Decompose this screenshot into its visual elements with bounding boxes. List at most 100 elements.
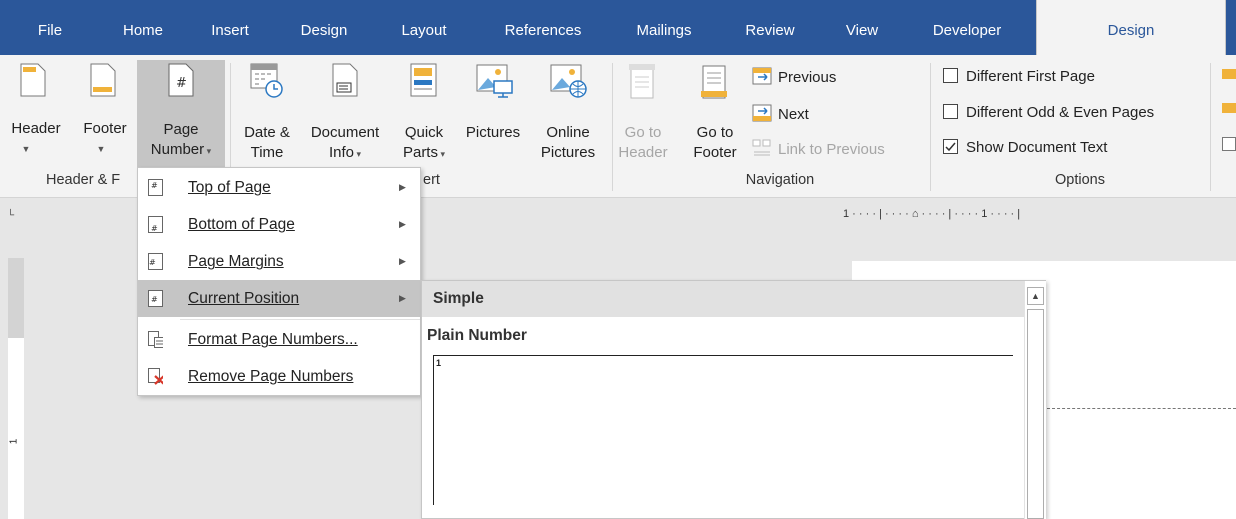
online-pictures-label-line1: Online xyxy=(546,124,590,141)
chevron-down-icon: ▼ xyxy=(21,144,31,154)
group-label-navigation: Navigation xyxy=(745,172,815,188)
vertical-ruler-margin xyxy=(8,258,24,338)
header-icon xyxy=(20,63,46,97)
remove-page-numbers-icon xyxy=(148,368,163,385)
page-top-icon: # xyxy=(148,179,163,196)
tab-header-footer-design[interactable]: Design xyxy=(1036,0,1226,55)
different-odd-even-checkbox[interactable]: Different Odd & Even Pages xyxy=(943,104,1154,121)
group-separator xyxy=(612,63,613,191)
go-to-footer-button[interactable]: Go to Footer xyxy=(690,63,740,163)
online-pictures-button[interactable]: Online Pictures xyxy=(534,63,602,163)
scroll-up-icon[interactable]: ▲ xyxy=(1027,287,1044,305)
tab-home[interactable]: Home xyxy=(113,0,173,55)
link-to-previous-label: Link to Previous xyxy=(778,141,885,158)
document-info-label-line2: Info ▾ xyxy=(328,144,362,161)
page-number-button[interactable]: # Page Number ▾ xyxy=(137,60,225,167)
menu-item-remove-page-numbers[interactable]: Remove Page Numbers xyxy=(138,358,420,395)
header-boundary-line xyxy=(1047,408,1236,409)
checkbox-box[interactable] xyxy=(943,68,958,83)
submenu-arrow-icon: ▶ xyxy=(399,256,406,266)
quick-parts-button[interactable]: Quick Parts ▾ xyxy=(396,63,452,163)
online-pictures-icon xyxy=(550,64,587,98)
tab-file[interactable]: File xyxy=(30,0,70,55)
next-section-icon xyxy=(752,104,772,122)
gallery-item-plain-number[interactable]: 1 xyxy=(433,355,1013,505)
previous-label: Previous xyxy=(778,69,837,86)
page-number-label-line2: Number ▾ xyxy=(150,141,212,158)
tab-view[interactable]: View xyxy=(839,0,885,55)
go-to-header-icon xyxy=(629,64,655,99)
quick-parts-label-line2: Parts ▾ xyxy=(402,144,446,161)
menu-item-format-page-numbers[interactable]: Format Page Numbers... xyxy=(138,321,420,358)
go-to-header-label-line2: Header xyxy=(618,144,668,161)
scroll-track[interactable] xyxy=(1027,309,1044,519)
previous-button[interactable]: Previous xyxy=(752,67,836,86)
svg-text:#: # xyxy=(176,76,187,91)
tab-references[interactable]: References xyxy=(494,0,592,55)
checkbox-checked[interactable] xyxy=(943,139,958,154)
document-info-icon xyxy=(332,63,358,97)
submenu-arrow-icon: ▶ xyxy=(399,182,406,192)
group-separator xyxy=(930,63,931,191)
gallery-section-header: Simple xyxy=(422,281,1024,317)
quick-parts-icon xyxy=(410,63,437,97)
next-button[interactable]: Next xyxy=(752,104,809,123)
horizontal-ruler[interactable]: 1 · · · · | · · · · ⌂ · · · · | · · · · … xyxy=(843,208,1236,228)
header-button[interactable]: Header ▼ xyxy=(6,63,66,163)
gallery-item-title: Plain Number xyxy=(427,327,527,344)
menu-item-top-of-page[interactable]: # Top of Page ▶ xyxy=(138,169,420,206)
date-time-label-line1: Date & xyxy=(244,124,290,141)
group-label-header-footer: Header & F xyxy=(46,172,121,188)
menu-item-label: Format Page Numbers... xyxy=(188,331,358,348)
show-document-text-checkbox[interactable]: Show Document Text xyxy=(943,139,1107,156)
submenu-arrow-icon: ▶ xyxy=(399,219,406,229)
group-separator xyxy=(1210,63,1211,191)
chevron-down-icon: ▼ xyxy=(96,144,106,154)
page-number-icon: # xyxy=(168,63,194,97)
go-to-header-button[interactable]: Go to Header xyxy=(618,63,668,163)
vertical-ruler[interactable]: 1 xyxy=(8,258,24,519)
page-bottom-icon: # xyxy=(148,216,163,233)
chevron-down-icon: ▾ xyxy=(437,149,446,159)
menu-item-label: Current Position xyxy=(188,290,300,307)
different-odd-even-label: Different Odd & Even Pages xyxy=(966,104,1155,121)
footer-icon xyxy=(90,63,116,97)
tab-insert[interactable]: Insert xyxy=(203,0,257,55)
quick-parts-label-line1: Quick xyxy=(404,124,444,141)
menu-item-page-margins[interactable]: # Page Margins ▶ xyxy=(138,243,420,280)
svg-text:#: # xyxy=(151,295,158,304)
date-time-button[interactable]: Date & Time xyxy=(234,63,300,163)
menu-separator xyxy=(180,319,420,320)
online-pictures-label-line2: Pictures xyxy=(540,144,596,161)
link-to-previous-button[interactable]: Link to Previous xyxy=(752,139,885,158)
different-first-page-checkbox[interactable]: Different First Page xyxy=(943,68,1095,85)
menu-item-bottom-of-page[interactable]: # Bottom of Page ▶ xyxy=(138,206,420,243)
document-info-button[interactable]: Document Info ▾ xyxy=(304,63,386,163)
menu-item-label: Page Margins xyxy=(188,253,284,270)
gallery-scrollbar[interactable]: ▲ xyxy=(1024,281,1046,519)
go-to-footer-icon xyxy=(701,65,727,99)
footer-position-icon[interactable] xyxy=(1222,103,1236,113)
menu-item-current-position[interactable]: # Current Position ▶ xyxy=(138,280,420,317)
footer-button-label: Footer xyxy=(83,120,127,137)
tab-mailings[interactable]: Mailings xyxy=(627,0,701,55)
current-position-gallery: Simple Plain Number 1 ▲ xyxy=(421,280,1046,519)
page-margins-icon: # xyxy=(148,253,163,270)
link-to-previous-icon xyxy=(752,139,771,156)
current-position-icon: # xyxy=(148,290,163,307)
format-page-numbers-icon xyxy=(148,331,163,348)
footer-button[interactable]: Footer ▼ xyxy=(76,63,134,163)
tab-design[interactable]: Design xyxy=(292,0,356,55)
pictures-button[interactable]: Pictures xyxy=(456,63,530,163)
header-position-icon[interactable] xyxy=(1222,69,1236,79)
menu-item-label: Remove Page Numbers xyxy=(188,368,354,385)
insert-alignment-tab-icon[interactable] xyxy=(1222,137,1236,151)
tab-developer[interactable]: Developer xyxy=(922,0,1012,55)
pictures-icon xyxy=(476,64,513,98)
tab-review[interactable]: Review xyxy=(740,0,800,55)
pictures-label: Pictures xyxy=(465,124,521,141)
tab-layout[interactable]: Layout xyxy=(393,0,455,55)
checkbox-box[interactable] xyxy=(943,104,958,119)
checkmark-icon xyxy=(945,142,956,152)
tab-selector-icon[interactable]: └ xyxy=(7,210,14,221)
